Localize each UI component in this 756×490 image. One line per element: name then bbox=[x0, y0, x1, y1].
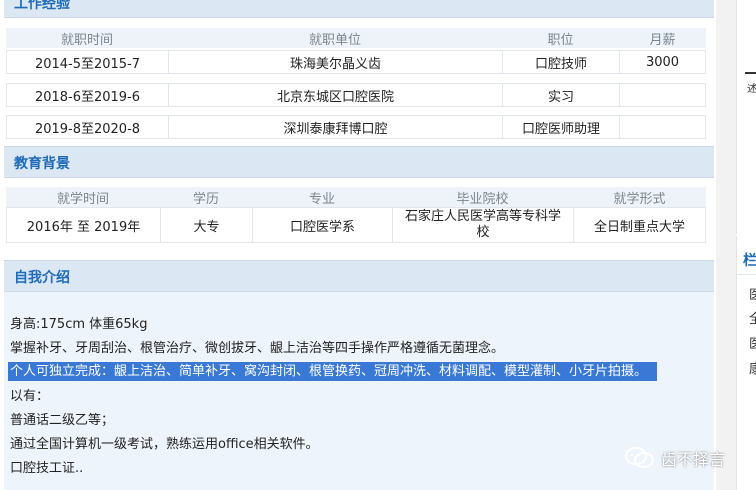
work-salary-cell bbox=[620, 116, 705, 138]
intro-header: 自我介绍 bbox=[4, 260, 714, 292]
edu-degree-cell: 大专 bbox=[161, 208, 253, 242]
edu-col-degree: 学历 bbox=[192, 191, 219, 207]
edu-time-cell: 2016年 至 2019年 bbox=[7, 208, 161, 242]
work-experience-title: 工作经验 bbox=[14, 0, 70, 12]
selected-text[interactable]: 个人可独立完成：龈上洁治、简单补牙、窝沟封闭、根管换药、冠周冲洗、材料调配、模型… bbox=[8, 362, 658, 381]
work-col-company: 就职单位 bbox=[308, 32, 361, 48]
edu-col-form: 就学形式 bbox=[613, 191, 666, 207]
work-salary-cell bbox=[620, 84, 705, 106]
sidebar-top-text: 述 bbox=[747, 84, 756, 95]
sidebar-divider bbox=[745, 72, 756, 74]
work-company-cell: 珠海美尔晶义齿 bbox=[169, 51, 503, 73]
work-col-position: 职位 bbox=[547, 32, 574, 48]
work-time-cell: 2014-5至2015-7 bbox=[7, 51, 169, 73]
table-row: 2018-6至2019-6 北京东城区口腔医院 实习 bbox=[6, 83, 706, 107]
table-row: 2016年 至 2019年 大专 口腔医学系 石家庄人民医学高等专科学 校 全日… bbox=[6, 207, 706, 243]
watermark-text: 齿不择言 bbox=[661, 450, 726, 469]
work-time-cell: 2019-8至2020-8 bbox=[7, 116, 169, 138]
table-row: 2014-5至2015-7 珠海美尔晶义齿 口腔技师 3000 bbox=[6, 50, 706, 74]
intro-line: 普通话二级乙等； bbox=[10, 413, 115, 428]
intro-line: 通过全国计算机一级考试，熟练运用office相关软件。 bbox=[10, 437, 319, 452]
intro-title: 自我介绍 bbox=[14, 270, 70, 286]
work-time-cell: 2018-6至2019-6 bbox=[7, 84, 169, 106]
wechat-icon bbox=[625, 447, 654, 468]
sidebar-link[interactable]: 医 bbox=[749, 284, 756, 303]
work-col-time: 就职时间 bbox=[60, 32, 113, 48]
sidebar-box-title: 栏 bbox=[743, 253, 756, 269]
edu-form-cell: 全日制重点大学 bbox=[593, 219, 685, 235]
work-position-cell: 实习 bbox=[503, 84, 620, 106]
work-experience-header: 工作经验 bbox=[4, 0, 714, 18]
education-table-header: 就学时间 学历 专业 毕业院校 就学形式 bbox=[6, 187, 706, 207]
sidebar-link[interactable]: 医 bbox=[749, 333, 756, 352]
edu-col-major: 专业 bbox=[308, 191, 335, 207]
education-header: 教育背景 bbox=[4, 146, 714, 178]
work-table-header: 就职时间 就职单位 职位 月薪 bbox=[6, 28, 706, 48]
intro-line: 口腔技工证.. bbox=[10, 461, 84, 476]
table-row: 2019-8至2020-8 深圳泰康拜博口腔 口腔医师助理 bbox=[6, 115, 706, 139]
page-gutter bbox=[716, 0, 736, 490]
work-company-cell: 北京东城区口腔医院 bbox=[169, 84, 503, 106]
intro-line-selected[interactable]: 个人可独立完成：龈上洁治、简单补牙、窝沟封闭、根管换药、冠周冲洗、材料调配、模型… bbox=[8, 360, 658, 381]
sidebar-top-panel: 述 bbox=[736, 0, 756, 234]
resume-main: 工作经验 就职时间 就职单位 职位 月薪 2014-5至2015-7 珠海美尔晶… bbox=[0, 0, 716, 490]
edu-school-line2: 校 bbox=[476, 225, 490, 240]
edu-col-time: 就学时间 bbox=[56, 191, 109, 207]
edu-school-cell: 石家庄人民医学高等专科学 校 bbox=[393, 208, 574, 242]
work-salary-cell: 3000 bbox=[645, 54, 680, 70]
intro-line: 身高:175cm 体重65kg bbox=[10, 317, 148, 332]
watermark: 齿不择言 bbox=[625, 446, 725, 470]
sidebar-link[interactable]: 康 bbox=[749, 358, 756, 377]
intro-line: 掌握补牙、牙周刮治、根管治疗、微创拔牙、龈上洁治等四手操作严格遵循无菌理念。 bbox=[10, 341, 505, 356]
education-title: 教育背景 bbox=[14, 156, 70, 172]
work-company-cell: 深圳泰康拜博口腔 bbox=[169, 116, 503, 138]
sidebar-divider bbox=[737, 274, 756, 275]
edu-school-line1: 石家庄人民医学高等专科学 bbox=[404, 209, 561, 224]
sidebar-link[interactable]: 全 bbox=[749, 308, 756, 327]
sidebar-column-box: 栏 医 全 医 康 bbox=[736, 236, 756, 490]
intro-line: 以有： bbox=[10, 389, 50, 404]
work-position-cell: 口腔医师助理 bbox=[503, 116, 620, 138]
edu-col-school: 毕业院校 bbox=[456, 191, 509, 207]
work-position-cell: 口腔技师 bbox=[503, 51, 620, 73]
edu-major-cell: 口腔医学系 bbox=[253, 208, 393, 242]
work-col-salary: 月薪 bbox=[649, 32, 676, 48]
